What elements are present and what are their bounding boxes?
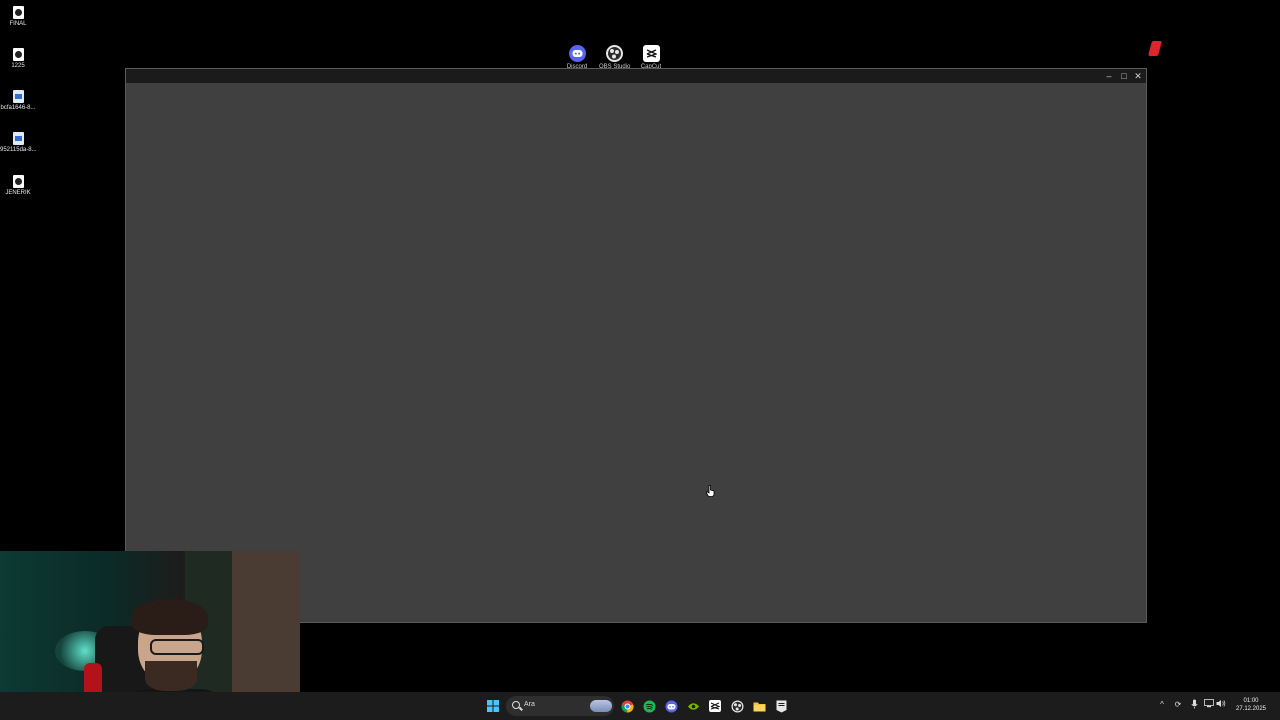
folder-icon <box>753 702 765 711</box>
capcut-icon <box>642 45 660 62</box>
taskbar-nvidia[interactable] <box>685 698 701 714</box>
minimize-button[interactable]: – <box>1102 70 1116 82</box>
desktop-icon-label: 1225 <box>11 63 25 69</box>
search-icon <box>512 701 520 709</box>
discord-icon <box>665 700 677 712</box>
window-titlebar[interactable]: – □ ✕ <box>126 69 1146 83</box>
capcut-icon <box>709 700 721 712</box>
taskbar-epic-games[interactable] <box>773 698 789 714</box>
chevron-up-icon[interactable]: ^ <box>1157 699 1167 711</box>
taskbar-spotify[interactable] <box>641 698 657 714</box>
taskbar-clock[interactable]: 01:00 27.12.2025 <box>1228 697 1274 713</box>
taskbar-capcut[interactable] <box>707 698 723 714</box>
brand-watermark <box>1147 40 1238 58</box>
sync-icon[interactable]: ⟳ <box>1173 699 1183 711</box>
taskbar-discord[interactable] <box>663 698 679 714</box>
discord-icon <box>568 45 586 62</box>
video-file-icon <box>12 175 24 188</box>
shortcut-discord[interactable]: Discord <box>562 45 592 70</box>
maximize-button[interactable]: □ <box>1117 70 1131 82</box>
spotify-icon <box>643 700 655 712</box>
app-window[interactable]: – □ ✕ <box>125 68 1147 623</box>
network-icon[interactable] <box>1204 699 1214 711</box>
desktop-icon-label: JENERIK <box>5 190 31 196</box>
close-button[interactable]: ✕ <box>1131 70 1145 82</box>
obs-icon <box>731 700 743 712</box>
desktop-icon-label: bcfa1646-8... <box>0 105 36 111</box>
windows-start-icon <box>487 700 499 712</box>
document-file-icon <box>12 132 24 145</box>
clock-time: 01:00 <box>1243 698 1259 704</box>
weather-icon <box>590 700 612 712</box>
video-file-icon <box>12 6 24 19</box>
desktop-icon-1225[interactable]: 1225 <box>0 44 36 69</box>
microphone-icon[interactable] <box>1189 699 1199 711</box>
obs-icon <box>605 45 623 62</box>
video-file-icon <box>12 48 24 61</box>
shortcut-obs-studio[interactable]: OBS Studio <box>599 45 630 70</box>
taskbar-file-explorer[interactable] <box>751 698 767 714</box>
desktop-icon-label: 952115da-8... <box>0 147 37 153</box>
desktop-icon-jenerik[interactable]: JENERIK <box>0 171 36 196</box>
search-input[interactable]: Ara <box>506 696 614 716</box>
chrome-icon <box>620 700 634 713</box>
search-placeholder: Ara <box>524 701 535 708</box>
desktop-icon-bcfa1646[interactable]: bcfa1646-8... <box>0 86 36 111</box>
shortcut-capcut[interactable]: CapCut <box>636 45 666 70</box>
taskbar-chrome[interactable] <box>619 698 635 714</box>
taskbar: Ara ^ ⟳ 01:00 27.12.2025 <box>0 692 1280 720</box>
clock-date: 27.12.2025 <box>1235 706 1267 712</box>
brand-logo-icon <box>1147 41 1163 56</box>
epic-games-icon <box>776 700 786 712</box>
desktop-icon-label: FINAL <box>9 21 27 27</box>
start-button[interactable] <box>485 698 501 714</box>
hand-cursor-icon <box>706 485 715 497</box>
volume-icon[interactable] <box>1216 699 1226 711</box>
desktop-icon-final[interactable]: FINAL <box>0 2 36 27</box>
taskbar-obs[interactable] <box>729 698 745 714</box>
nvidia-icon <box>687 702 699 710</box>
desktop-icon-952115da[interactable]: 952115da-8... <box>0 128 37 153</box>
document-file-icon <box>12 90 24 103</box>
